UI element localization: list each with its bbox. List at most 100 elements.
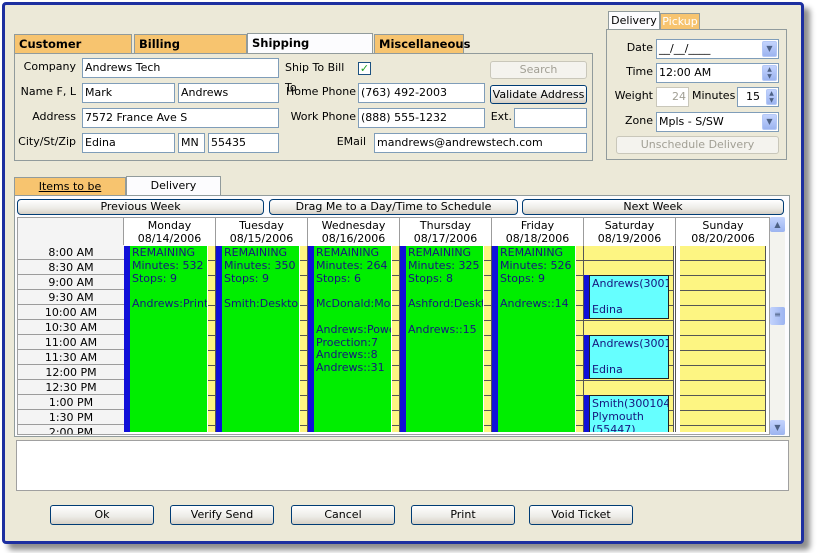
last-name-field[interactable]: Andrews (178, 83, 279, 103)
unschedule-delivery-button[interactable]: Unschedule Delivery (616, 136, 779, 154)
minutes-label: Minutes (692, 89, 736, 102)
home-phone-field[interactable]: (763) 492-2003 (358, 83, 485, 103)
home-phone-label: Home Phone (285, 85, 356, 98)
day-date: 08/19/2006 (597, 232, 662, 245)
open-slots[interactable] (680, 246, 766, 432)
day-column[interactable]: REMAINING Minutes: 264 Stops: 6 McDonald… (308, 246, 400, 432)
tab-miscellaneous[interactable]: Miscellaneous (374, 34, 470, 53)
time-field[interactable]: 12:00 AM ▲ ▼ (656, 63, 779, 83)
day-column[interactable] (676, 246, 769, 432)
time-slot-label: 12:00 PM (18, 365, 124, 380)
remaining-block[interactable]: REMAINING Minutes: 350 Stops: 9 Smith:De… (222, 246, 299, 432)
scroll-down-icon[interactable]: ▼ (770, 420, 785, 435)
open-slot-strip[interactable] (484, 246, 491, 432)
time-slot-label: 1:00 PM (18, 395, 124, 410)
weight-field[interactable]: 24 (656, 87, 689, 107)
zone-select[interactable]: Mpls - S/SW ▼ (656, 112, 779, 132)
appointment-block[interactable]: Andrews(300104 Edina (589, 335, 669, 379)
city-field[interactable]: Edina (82, 133, 175, 153)
work-phone-label: Work Phone (290, 110, 356, 123)
open-slot-strip[interactable] (208, 246, 215, 432)
tab-billing-information[interactable]: Billing Information (134, 34, 247, 69)
remaining-block[interactable]: REMAINING Minutes: 264 Stops: 6 McDonald… (314, 246, 391, 432)
zip-field[interactable]: 55435 (208, 133, 279, 153)
chevron-down-icon[interactable]: ▼ (762, 114, 777, 130)
tab-shipping-information[interactable]: Shipping Information (247, 33, 373, 68)
search-button[interactable]: Search (490, 61, 587, 79)
minutes-value: 15 (746, 90, 760, 103)
void-ticket-button[interactable]: Void Ticket (529, 505, 633, 525)
day-name: Saturday (604, 219, 655, 232)
first-name-field[interactable]: Mark (82, 83, 175, 103)
day-header: Wednesday 08/16/2006 (308, 218, 400, 246)
email-field[interactable]: mandrews@andrewstech.com (374, 133, 587, 153)
drag-to-schedule-handle[interactable]: Drag Me to a Day/Time to Schedule (269, 199, 518, 215)
tab-delivery[interactable]: Delivery (608, 11, 660, 30)
time-slot-label: 1:30 PM (18, 410, 124, 425)
day-name: Monday (147, 219, 192, 232)
tab-delivery-schedule[interactable]: Delivery Schedule (126, 176, 221, 210)
open-slot-strip[interactable] (300, 246, 307, 432)
next-week-button[interactable]: Next Week (522, 199, 784, 215)
state-field[interactable]: MN (178, 133, 205, 153)
day-date: 08/20/2006 (691, 232, 755, 245)
spinner-icon[interactable]: ▲ ▼ (766, 89, 777, 105)
notes-area[interactable] (16, 440, 789, 491)
appointment-block[interactable]: Smith(3001048) Plymouth (55447) (589, 395, 669, 432)
company-label: Company (23, 60, 76, 73)
day-column[interactable]: REMAINING Minutes: 532 Stops: 9 Andrews:… (124, 246, 216, 432)
print-button[interactable]: Print (411, 505, 515, 525)
work-phone-field[interactable]: (888) 555-1232 (358, 108, 485, 128)
appointment-block[interactable]: Andrews(300104 Edina (589, 275, 669, 319)
day-name: Tuesday (239, 219, 284, 232)
time-label: Time (626, 65, 653, 78)
remaining-block[interactable]: REMAINING Minutes: 526 Stops: 9 Andrews:… (498, 246, 575, 432)
day-column[interactable]: Andrews(300104 Edina Andrews(300104 Edina… (584, 246, 676, 432)
remaining-block[interactable]: REMAINING Minutes: 325 Stops: 8 Ashford:… (406, 246, 483, 432)
day-column[interactable]: REMAINING Minutes: 526 Stops: 9 Andrews:… (492, 246, 584, 432)
scroll-thumb[interactable]: ≡ (770, 307, 785, 325)
verify-send-button[interactable]: Verify Send (170, 505, 274, 525)
time-slot-label: 9:30 AM (18, 290, 124, 305)
ok-button[interactable]: Ok (50, 505, 154, 525)
time-column: 8:00 AM 8:30 AM 9:00 AM 9:30 AM 10:00 AM 10:3… (18, 245, 124, 434)
cancel-button[interactable]: Cancel (291, 505, 395, 525)
scroll-up-icon[interactable]: ▲ (770, 217, 785, 232)
day-name: Sunday (702, 219, 744, 232)
day-header: Sunday 08/20/2006 (676, 218, 769, 246)
open-slot-strip[interactable] (392, 246, 399, 432)
minutes-field[interactable]: 15 ▲ ▼ (737, 87, 779, 107)
ship-to-bill-to-checkbox[interactable]: ✓ (358, 62, 371, 75)
day-column[interactable]: REMAINING Minutes: 325 Stops: 8 Ashford:… (400, 246, 492, 432)
tab-customer-summary[interactable]: Customer Summary (14, 34, 132, 69)
email-label: EMail (336, 135, 366, 148)
validate-address-button[interactable]: Validate Address (490, 85, 587, 104)
schedule-panel: Previous Week Drag Me to a Day/Time to S… (14, 195, 790, 437)
time-slot-label: 2:00 PM (18, 425, 124, 434)
day-header: Thursday 08/17/2006 (400, 218, 492, 246)
open-slot-strip[interactable] (576, 246, 583, 432)
time-slot-label: 8:30 AM (18, 260, 124, 275)
spinner-icon[interactable]: ▲ ▼ (762, 65, 777, 81)
ext-label: Ext. (490, 110, 512, 123)
day-date: 08/15/2006 (229, 232, 294, 245)
date-value: __/__/____ (659, 42, 711, 55)
ext-field[interactable] (514, 108, 587, 128)
previous-week-button[interactable]: Previous Week (17, 199, 264, 215)
tab-pickup[interactable]: Pickup (660, 13, 700, 30)
day-date: 08/14/2006 (137, 232, 202, 245)
company-field[interactable]: Andrews Tech (82, 58, 279, 78)
shipping-panel: Company Andrews Tech Name F, L Mark Andr… (14, 53, 593, 161)
vertical-scrollbar[interactable]: ▲ ≡ ▼ (770, 217, 785, 435)
schedule-grid[interactable]: Monday 08/14/2006 Tuesday 08/15/2006 Wednesd… (17, 217, 770, 435)
chevron-down-icon[interactable]: ▼ (762, 41, 777, 57)
day-date: 08/16/2006 (321, 232, 386, 245)
date-field[interactable]: __/__/____ ▼ (656, 39, 779, 59)
date-label: Date (626, 41, 653, 54)
remaining-block[interactable]: REMAINING Minutes: 532 Stops: 9 Andrews:… (130, 246, 207, 432)
address-field[interactable]: 7572 France Ave S (82, 108, 279, 128)
time-slot-label: 12:30 PM (18, 380, 124, 395)
address-label: Address (32, 110, 76, 123)
day-column[interactable]: REMAINING Minutes: 350 Stops: 9 Smith:De… (216, 246, 308, 432)
tab-items-to-be-delivered[interactable]: Items to be Delivered (14, 177, 126, 210)
